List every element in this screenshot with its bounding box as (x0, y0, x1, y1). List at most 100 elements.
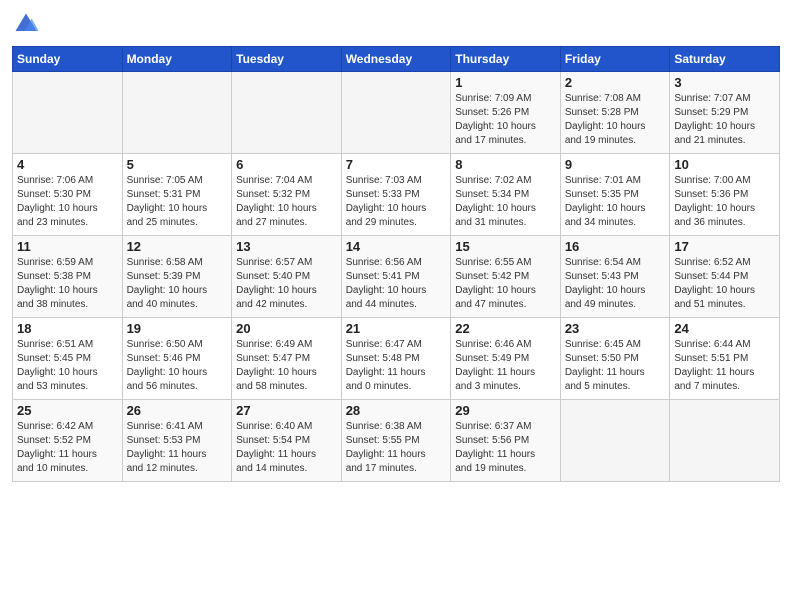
day-info: Sunrise: 6:46 AM Sunset: 5:49 PM Dayligh… (455, 338, 556, 394)
day-info: Sunrise: 7:08 AM Sunset: 5:28 PM Dayligh… (565, 92, 666, 148)
calendar-cell: 1Sunrise: 7:09 AM Sunset: 5:26 PM Daylig… (451, 72, 561, 154)
weekday-header: Wednesday (341, 47, 451, 72)
logo (12, 10, 42, 38)
logo-icon (12, 10, 40, 38)
day-info: Sunrise: 6:52 AM Sunset: 5:44 PM Dayligh… (674, 256, 775, 312)
calendar-cell: 16 Sunrise: 6:54 AM Sunset: 5:43 PM Dayli… (560, 236, 670, 318)
day-info: Sunrise: 6:54 AM Sunset: 5:43 PM Dayligh… (565, 256, 666, 312)
calendar-cell (341, 72, 451, 154)
day-info: Sunrise: 6:58 AM Sunset: 5:39 PM Dayligh… (127, 256, 228, 312)
calendar-cell: 19Sunrise: 6:50 AM Sunset: 5:46 PM Dayli… (122, 318, 232, 400)
day-info: Sunrise: 6:47 AM Sunset: 5:48 PM Dayligh… (346, 338, 447, 394)
day-number: 15 (455, 239, 556, 254)
day-number: 17 (674, 239, 775, 254)
day-number: 9 (565, 157, 666, 172)
day-info: Sunrise: 6:40 AM Sunset: 5:54 PM Dayligh… (236, 420, 337, 476)
calendar-cell (670, 400, 780, 482)
day-number: 2 (565, 75, 666, 90)
day-number: 8 (455, 157, 556, 172)
calendar-cell: 23 Sunrise: 6:45 AM Sunset: 5:50 PM Dayli… (560, 318, 670, 400)
calendar-cell: 2 Sunrise: 7:08 AM Sunset: 5:28 PM Daylig… (560, 72, 670, 154)
day-info: Sunrise: 6:59 AM Sunset: 5:38 PM Dayligh… (17, 256, 118, 312)
day-number: 12 (127, 239, 228, 254)
day-number: 27 (236, 403, 337, 418)
calendar-cell (560, 400, 670, 482)
day-number: 24 (674, 321, 775, 336)
day-number: 6 (236, 157, 337, 172)
day-number: 18 (17, 321, 118, 336)
day-info: Sunrise: 7:06 AM Sunset: 5:30 PM Dayligh… (17, 174, 118, 230)
day-number: 14 (346, 239, 447, 254)
weekday-header: Saturday (670, 47, 780, 72)
day-number: 28 (346, 403, 447, 418)
day-info: Sunrise: 6:44 AM Sunset: 5:51 PM Dayligh… (674, 338, 775, 394)
calendar-cell (122, 72, 232, 154)
page-header (12, 10, 780, 38)
day-info: Sunrise: 7:00 AM Sunset: 5:36 PM Dayligh… (674, 174, 775, 230)
calendar-cell: 25Sunrise: 6:42 AM Sunset: 5:52 PM Dayli… (13, 400, 123, 482)
calendar-cell: 5 Sunrise: 7:05 AM Sunset: 5:31 PM Daylig… (122, 154, 232, 236)
day-number: 22 (455, 321, 556, 336)
day-info: Sunrise: 6:57 AM Sunset: 5:40 PM Dayligh… (236, 256, 337, 312)
page-container: SundayMondayTuesdayWednesdayThursdayFrid… (0, 0, 792, 490)
calendar-cell: 22 Sunrise: 6:46 AM Sunset: 5:49 PM Dayli… (451, 318, 561, 400)
day-number: 10 (674, 157, 775, 172)
calendar-week-row: 4 Sunrise: 7:06 AM Sunset: 5:30 PM Daylig… (13, 154, 780, 236)
calendar-cell: 27 Sunrise: 6:40 AM Sunset: 5:54 PM Dayli… (232, 400, 342, 482)
calendar-cell: 9Sunrise: 7:01 AM Sunset: 5:35 PM Daylig… (560, 154, 670, 236)
day-number: 26 (127, 403, 228, 418)
day-info: Sunrise: 7:05 AM Sunset: 5:31 PM Dayligh… (127, 174, 228, 230)
calendar-week-row: 1Sunrise: 7:09 AM Sunset: 5:26 PM Daylig… (13, 72, 780, 154)
day-info: Sunrise: 6:41 AM Sunset: 5:53 PM Dayligh… (127, 420, 228, 476)
day-number: 25 (17, 403, 118, 418)
calendar-cell: 3Sunrise: 7:07 AM Sunset: 5:29 PM Daylig… (670, 72, 780, 154)
weekday-header: Monday (122, 47, 232, 72)
day-info: Sunrise: 7:03 AM Sunset: 5:33 PM Dayligh… (346, 174, 447, 230)
calendar-cell: 6 Sunrise: 7:04 AM Sunset: 5:32 PM Daylig… (232, 154, 342, 236)
calendar-cell: 8 Sunrise: 7:02 AM Sunset: 5:34 PM Daylig… (451, 154, 561, 236)
day-number: 19 (127, 321, 228, 336)
day-info: Sunrise: 6:56 AM Sunset: 5:41 PM Dayligh… (346, 256, 447, 312)
day-info: Sunrise: 6:38 AM Sunset: 5:55 PM Dayligh… (346, 420, 447, 476)
day-number: 7 (346, 157, 447, 172)
calendar-cell: 28 Sunrise: 6:38 AM Sunset: 5:55 PM Dayli… (341, 400, 451, 482)
calendar-week-row: 11 Sunrise: 6:59 AM Sunset: 5:38 PM Dayli… (13, 236, 780, 318)
calendar-cell (232, 72, 342, 154)
weekday-header: Thursday (451, 47, 561, 72)
calendar-cell: 18 Sunrise: 6:51 AM Sunset: 5:45 PM Dayli… (13, 318, 123, 400)
day-info: Sunrise: 6:37 AM Sunset: 5:56 PM Dayligh… (455, 420, 556, 476)
calendar-cell: 13 Sunrise: 6:57 AM Sunset: 5:40 PM Dayli… (232, 236, 342, 318)
day-number: 3 (674, 75, 775, 90)
day-number: 21 (346, 321, 447, 336)
day-info: Sunrise: 6:49 AM Sunset: 5:47 PM Dayligh… (236, 338, 337, 394)
calendar-cell: 10 Sunrise: 7:00 AM Sunset: 5:36 PM Dayli… (670, 154, 780, 236)
day-info: Sunrise: 7:04 AM Sunset: 5:32 PM Dayligh… (236, 174, 337, 230)
calendar-header-row: SundayMondayTuesdayWednesdayThursdayFrid… (13, 47, 780, 72)
weekday-header: Tuesday (232, 47, 342, 72)
day-number: 5 (127, 157, 228, 172)
day-number: 23 (565, 321, 666, 336)
day-info: Sunrise: 7:02 AM Sunset: 5:34 PM Dayligh… (455, 174, 556, 230)
day-info: Sunrise: 6:51 AM Sunset: 5:45 PM Dayligh… (17, 338, 118, 394)
calendar-cell: 24 Sunrise: 6:44 AM Sunset: 5:51 PM Dayli… (670, 318, 780, 400)
calendar-cell: 14 Sunrise: 6:56 AM Sunset: 5:41 PM Dayli… (341, 236, 451, 318)
day-number: 4 (17, 157, 118, 172)
weekday-header: Sunday (13, 47, 123, 72)
day-number: 16 (565, 239, 666, 254)
calendar-week-row: 18 Sunrise: 6:51 AM Sunset: 5:45 PM Dayli… (13, 318, 780, 400)
day-number: 11 (17, 239, 118, 254)
calendar-table: SundayMondayTuesdayWednesdayThursdayFrid… (12, 46, 780, 482)
calendar-cell: 21 Sunrise: 6:47 AM Sunset: 5:48 PM Dayli… (341, 318, 451, 400)
calendar-cell: 11 Sunrise: 6:59 AM Sunset: 5:38 PM Dayli… (13, 236, 123, 318)
day-number: 29 (455, 403, 556, 418)
calendar-cell (13, 72, 123, 154)
calendar-cell: 15 Sunrise: 6:55 AM Sunset: 5:42 PM Dayli… (451, 236, 561, 318)
calendar-week-row: 25Sunrise: 6:42 AM Sunset: 5:52 PM Dayli… (13, 400, 780, 482)
day-number: 13 (236, 239, 337, 254)
day-info: Sunrise: 6:55 AM Sunset: 5:42 PM Dayligh… (455, 256, 556, 312)
calendar-cell: 20 Sunrise: 6:49 AM Sunset: 5:47 PM Dayli… (232, 318, 342, 400)
day-number: 20 (236, 321, 337, 336)
day-info: Sunrise: 6:45 AM Sunset: 5:50 PM Dayligh… (565, 338, 666, 394)
calendar-cell: 17 Sunrise: 6:52 AM Sunset: 5:44 PM Dayli… (670, 236, 780, 318)
calendar-cell: 7 Sunrise: 7:03 AM Sunset: 5:33 PM Daylig… (341, 154, 451, 236)
